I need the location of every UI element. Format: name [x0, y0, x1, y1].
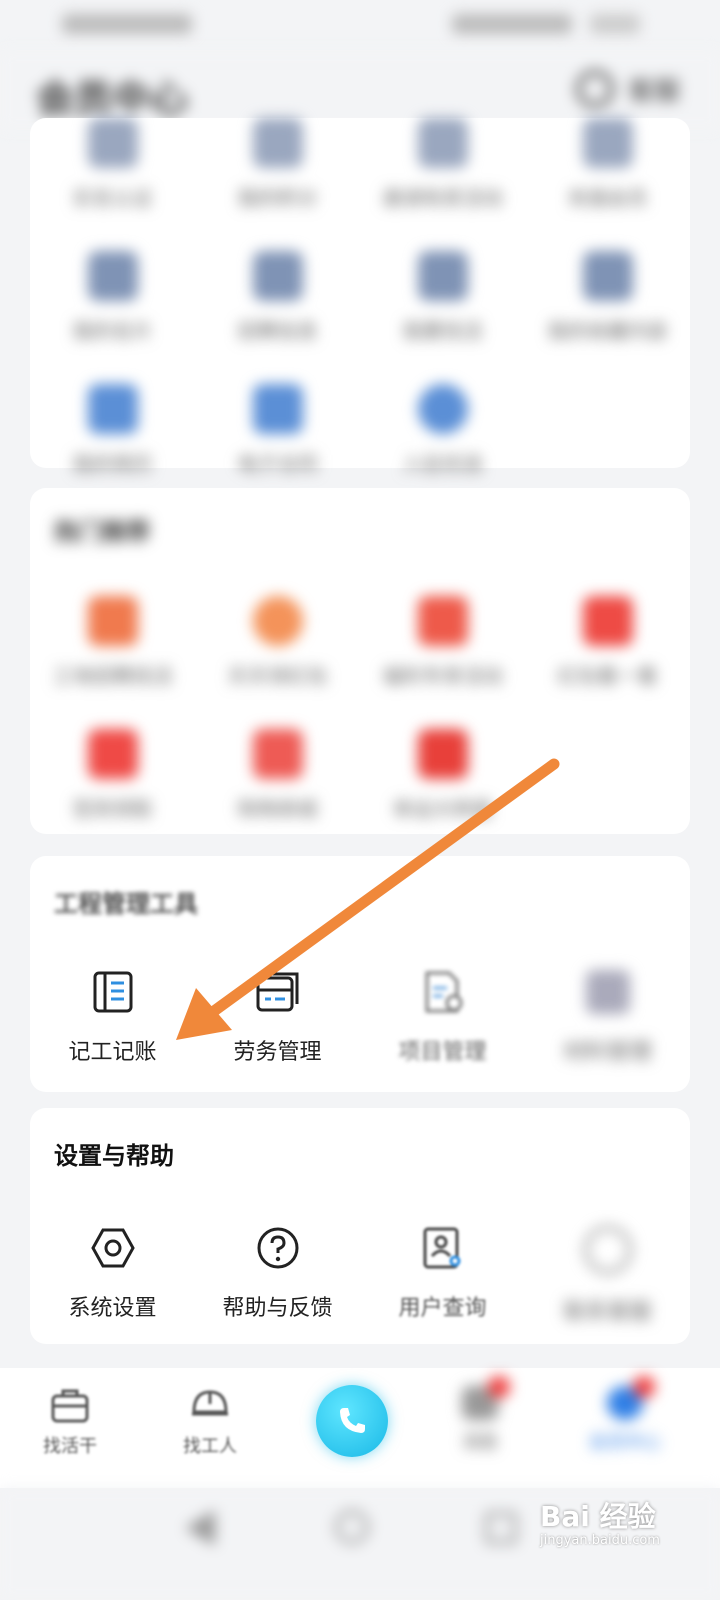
services-grid: 实名认证 我的积分 邀请有奖活动 充值会员 我的名片 招聘信息 我要找活 我的收…	[30, 118, 690, 477]
tool-material[interactable]: 材料管理	[525, 970, 690, 1066]
settings-card: 设置与帮助 系统设置 帮助与反馈 用户查询 联系客服	[30, 1108, 690, 1344]
contact-service-button[interactable]: 联系客服	[525, 1226, 690, 1326]
tab-messages[interactable]: 消息	[420, 1376, 540, 1454]
service-item[interactable]: 邀请有奖活动	[360, 118, 525, 211]
featured-item[interactable]: 天天领红包	[195, 596, 360, 689]
featured-icon	[87, 729, 138, 779]
featured-item[interactable]: 签到领取	[30, 729, 195, 822]
tool-project[interactable]: 项目管理	[360, 970, 525, 1066]
tab-find-workers[interactable]: 找工人	[150, 1386, 270, 1458]
back-nav-icon[interactable]	[185, 1510, 215, 1546]
featured-icon	[582, 596, 633, 646]
service-item[interactable]: 电子合同	[195, 384, 360, 477]
service-item[interactable]: 我的名片	[30, 251, 195, 344]
ledger-icon	[93, 971, 132, 1013]
service-item[interactable]: 招聘信息	[195, 251, 360, 344]
service-icon	[252, 251, 303, 301]
phone-icon	[340, 1408, 365, 1433]
headset-icon	[583, 1226, 632, 1274]
labor-card-icon	[256, 972, 298, 1012]
featured-item[interactable]: 幸运大转盘	[360, 729, 525, 822]
featured-title: 热门推荐	[54, 518, 150, 546]
tool-material-label: 材料管理	[563, 1040, 652, 1065]
watermark-brand: Bai 经验	[540, 1500, 656, 1533]
tab-find-workers-label: 找工人	[183, 1436, 237, 1457]
settings-title: 设置与帮助	[54, 1142, 174, 1170]
hard-hat-icon	[192, 1390, 228, 1416]
user-query-button[interactable]: 用户查询	[360, 1226, 525, 1326]
service-icon	[252, 384, 303, 434]
status-bar	[0, 0, 720, 50]
featured-item[interactable]: 工地招聘找活	[30, 596, 195, 689]
project-doc-icon	[425, 971, 462, 1013]
headset-icon	[575, 70, 614, 108]
customer-service-button[interactable]: 客服	[575, 70, 680, 108]
tool-labor[interactable]: 劳务管理	[195, 970, 360, 1066]
service-item[interactable]: 我的积分	[195, 118, 360, 211]
featured-icon	[252, 596, 303, 646]
tool-project-label: 项目管理	[398, 1040, 487, 1065]
service-icon	[252, 118, 303, 168]
message-icon	[462, 1376, 510, 1420]
service-icon	[582, 118, 633, 168]
call-button[interactable]	[316, 1385, 388, 1457]
tab-member-center-label: 会员中心	[589, 1432, 661, 1453]
tab-find-work-label: 找活干	[43, 1436, 97, 1457]
briefcase-icon	[51, 1389, 89, 1423]
home-nav-icon[interactable]	[335, 1510, 369, 1544]
service-item[interactable]: 我的简历	[30, 384, 195, 477]
service-icon	[582, 251, 633, 301]
tool-labor-label: 劳务管理	[233, 1040, 322, 1065]
system-settings-label: 系统设置	[68, 1296, 157, 1321]
page-title: 会员中心	[36, 77, 189, 121]
tool-ledger-label: 记工记账	[68, 1040, 157, 1065]
service-icon	[417, 118, 468, 168]
tab-messages-label: 消息	[462, 1432, 498, 1453]
featured-icon	[417, 729, 468, 779]
notification-badge	[633, 1376, 655, 1398]
material-icon	[585, 970, 630, 1014]
system-settings-button[interactable]: 系统设置	[30, 1226, 195, 1326]
featured-item[interactable]: 红包看一看	[525, 596, 690, 689]
tools-title: 工程管理工具	[54, 890, 198, 918]
featured-grid: 工地招聘找活 天天领红包 福利专享活动 红包看一看 签到领取 购物商城 幸运大转…	[30, 596, 690, 822]
service-icon	[417, 384, 468, 434]
service-item[interactable]: 充值会员	[525, 118, 690, 211]
featured-item[interactable]: 福利专享活动	[360, 596, 525, 689]
service-item[interactable]: 我的收藏内容	[525, 251, 690, 344]
service-item[interactable]: 实名认证	[30, 118, 195, 211]
question-circle-icon	[257, 1227, 298, 1269]
service-item[interactable]: 入驻优选	[360, 384, 525, 477]
featured-icon	[252, 729, 303, 779]
contact-service-label: 联系客服	[563, 1300, 652, 1325]
user-query-label: 用户查询	[398, 1296, 487, 1321]
member-icon	[607, 1376, 655, 1420]
recents-nav-icon[interactable]	[485, 1512, 517, 1544]
tool-ledger[interactable]: 记工记账	[30, 970, 195, 1066]
service-icon	[87, 384, 138, 434]
featured-icon	[87, 596, 138, 646]
hex-nut-icon	[90, 1228, 135, 1268]
featured-icon	[417, 596, 468, 646]
unread-badge	[488, 1376, 510, 1398]
service-icon	[87, 251, 138, 301]
tools-grid: 记工记账 劳务管理 项目管理 材料管理	[30, 970, 690, 1066]
tab-member-center[interactable]: 会员中心	[565, 1376, 685, 1454]
service-item[interactable]: 我要找活	[360, 251, 525, 344]
featured-card: 热门推荐 工地招聘找活 天天领红包 福利专享活动 红包看一看 签到领取 购物商城…	[30, 488, 690, 834]
user-search-icon	[423, 1227, 460, 1269]
service-icon	[417, 251, 468, 301]
services-card: 实名认证 我的积分 邀请有奖活动 充值会员 我的名片 招聘信息 我要找活 我的收…	[30, 118, 690, 476]
help-feedback-label: 帮助与反馈	[222, 1296, 333, 1321]
tab-find-work[interactable]: 找活干	[10, 1386, 130, 1458]
service-icon	[87, 118, 138, 168]
watermark-url: jingyan.baidu.com	[540, 1533, 660, 1548]
help-feedback-button[interactable]: 帮助与反馈	[195, 1226, 360, 1326]
customer-service-label: 客服	[627, 76, 680, 107]
featured-item[interactable]: 购物商城	[195, 729, 360, 822]
settings-grid: 系统设置 帮助与反馈 用户查询 联系客服	[30, 1226, 690, 1326]
tools-card: 工程管理工具 记工记账 劳务管理 项目管理 材料管理	[30, 856, 690, 1092]
